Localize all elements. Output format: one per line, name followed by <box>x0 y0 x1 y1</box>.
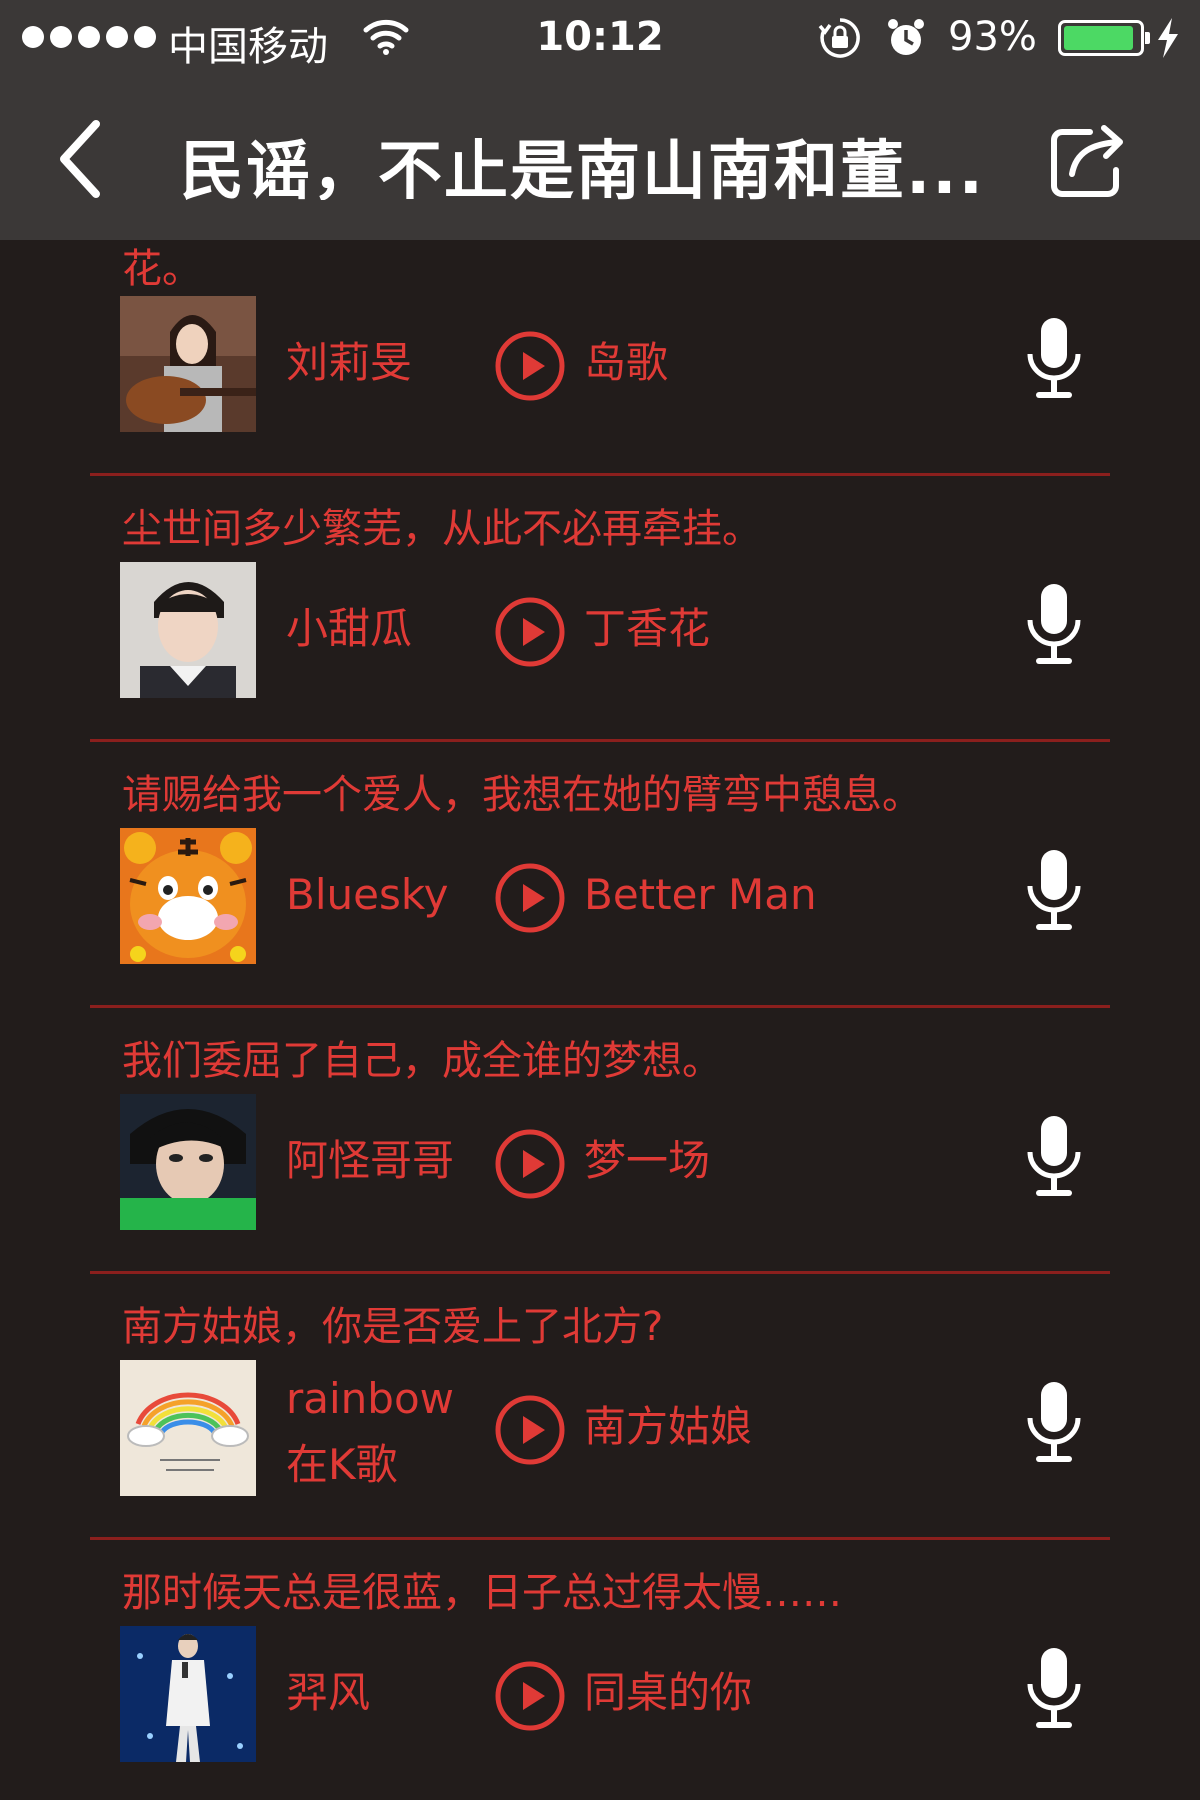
lyric-text: 我们委屈了自己，成全谁的梦想。 <box>122 1038 722 1084</box>
song-title[interactable]: 岛歌 <box>584 330 668 396</box>
lyric-text: 尘世间多少繁芜，从此不必再牵挂。 <box>122 506 762 552</box>
song-title[interactable]: 南方姑娘 <box>584 1394 752 1460</box>
navigation-bar: 民谣，不止是南山南和董... <box>0 80 1200 240</box>
song-title[interactable]: 同桌的你 <box>584 1660 752 1726</box>
charging-bolt-icon <box>1158 18 1178 58</box>
list-item[interactable]: 刘莉旻 岛歌 <box>0 240 1200 476</box>
list-item[interactable]: 请赐给我一个爱人，我想在她的臂弯中憩息。 Bluesky Better Man <box>0 742 1200 1008</box>
orientation-lock-icon <box>818 18 860 58</box>
song-title[interactable]: 梦一场 <box>584 1128 710 1194</box>
username: 小甜瓜 <box>286 604 413 653</box>
share-icon[interactable] <box>1046 118 1128 200</box>
play-icon[interactable] <box>494 1128 566 1200</box>
microphone-icon[interactable] <box>1024 848 1084 934</box>
avatar[interactable] <box>120 1360 256 1496</box>
status-bar: 中国移动 10:12 93% <box>0 0 1200 80</box>
avatar[interactable] <box>120 828 256 964</box>
username: Bluesky <box>286 870 449 919</box>
list-item[interactable]: 我们委屈了自己，成全谁的梦想。 阿怪哥哥 梦一场 <box>0 1008 1200 1274</box>
chevron-left-icon[interactable] <box>54 114 114 204</box>
play-icon[interactable] <box>494 862 566 934</box>
play-icon[interactable] <box>494 1394 566 1466</box>
microphone-icon[interactable] <box>1024 316 1084 402</box>
play-icon[interactable] <box>494 596 566 668</box>
lyric-text: 请赐给我一个爱人，我想在她的臂弯中憩息。 <box>122 772 922 818</box>
lyric-text: 南方姑娘，你是否爱上了北方? <box>122 1304 664 1350</box>
battery-percentage: 93% <box>948 14 1037 60</box>
song-title[interactable]: Better Man <box>584 862 817 928</box>
microphone-icon[interactable] <box>1024 1380 1084 1466</box>
alarm-icon <box>888 19 924 55</box>
list-item[interactable]: 尘世间多少繁芜，从此不必再牵挂。 小甜瓜 丁香花 <box>0 476 1200 742</box>
avatar[interactable] <box>120 1094 256 1230</box>
play-icon[interactable] <box>494 1660 566 1732</box>
song-list[interactable]: 花。 刘莉旻 岛歌 尘世间多少繁芜，从此不必再牵挂。 小甜瓜 丁香花 请赐给我一… <box>0 240 1200 1800</box>
avatar[interactable] <box>120 1626 256 1762</box>
username: 刘莉旻 <box>286 338 413 387</box>
username: 羿风 <box>286 1668 371 1717</box>
username: rainbow在K歌 <box>286 1374 454 1489</box>
play-icon[interactable] <box>494 330 566 402</box>
list-item[interactable]: 南方姑娘，你是否爱上了北方? rainbow在K歌 南方姑娘 <box>0 1274 1200 1540</box>
avatar[interactable] <box>120 296 256 432</box>
battery-icon <box>1058 20 1150 56</box>
username: 阿怪哥哥 <box>286 1136 455 1185</box>
microphone-icon[interactable] <box>1024 582 1084 668</box>
page-title: 民谣，不止是南山南和董... <box>180 135 985 200</box>
list-item[interactable]: 那时候天总是很蓝，日子总过得太慢…… 羿风 同桌的你 <box>0 1540 1200 1800</box>
microphone-icon[interactable] <box>1024 1646 1084 1732</box>
avatar[interactable] <box>120 562 256 698</box>
lyric-text: 那时候天总是很蓝，日子总过得太慢…… <box>122 1570 842 1616</box>
song-title[interactable]: 丁香花 <box>584 596 710 662</box>
microphone-icon[interactable] <box>1024 1114 1084 1200</box>
